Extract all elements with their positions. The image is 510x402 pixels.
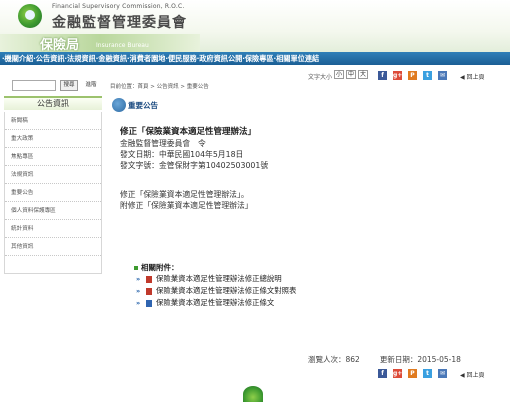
sidebar-menu: 新聞稿 重大政策 焦點專區 法規資訊 重要公告 個人資料保護專區 統計資料 其他… [4, 112, 102, 274]
font-size-medium-button[interactable]: 中 [346, 70, 356, 79]
fsc-logo-icon[interactable] [18, 4, 42, 28]
sidebar-item-policy[interactable]: 重大政策 [5, 130, 101, 148]
attachment-item[interactable]: » 保險業資本適足性管理辦法修正條文對照表 [134, 285, 434, 297]
plurk-share-icon[interactable]: P [408, 71, 417, 80]
breadcrumb[interactable]: 目前位置：首頁 > 公告資訊 > 重要公告 [110, 82, 209, 90]
google-plus-share-icon[interactable]: g+ [393, 71, 402, 80]
announcement-icon [112, 98, 126, 112]
main-nav-links[interactable]: ‧機關介紹‧公告資訊‧法規資訊‧金融資訊‧消費者園地‧便民服務‧政府資訊公開‧保… [2, 54, 319, 63]
doc-body-line-1: 修正「保險業資本適足性管理辦法」。 [120, 190, 249, 199]
attachment-link[interactable]: 保險業資本適足性管理辦法修正條文對照表 [156, 285, 296, 297]
doc-title: 修正「保險業資本適足性管理辦法」 [120, 127, 257, 137]
facebook-share-icon[interactable]: f [378, 71, 387, 80]
back-label: 回上頁 [466, 372, 485, 379]
doc-number: 發文字號：金管保財字第10402503001號 [120, 161, 269, 170]
font-size-small-button[interactable]: 小 [334, 70, 344, 79]
sidebar-item-regulations[interactable]: 法規資訊 [5, 166, 101, 184]
update-date: 更新日期：2015-05-18 [379, 355, 461, 364]
double-chevron-icon: » [136, 275, 141, 283]
main-content: 目前位置：首頁 > 公告資訊 > 重要公告 文字大小 小 中 大 f g+ P … [108, 68, 508, 402]
doc-date: 發文日期：中華民國104年5月18日 [120, 150, 244, 159]
sidebar-item-privacy[interactable]: 個人資料保護專區 [5, 202, 101, 220]
sidebar-item-announcements[interactable]: 重要公告 [5, 184, 101, 202]
bullet-icon [134, 266, 138, 270]
pdf-file-icon [146, 276, 152, 283]
sidebar-item-news[interactable]: 新聞稿 [5, 112, 101, 130]
sidebar-item-focus[interactable]: 焦點專區 [5, 148, 101, 166]
back-label: 回上頁 [466, 74, 485, 81]
attachments-heading: 相關附件： [134, 262, 434, 273]
twitter-share-icon[interactable]: t [423, 369, 432, 378]
double-chevron-icon: » [136, 299, 141, 307]
main-nav: ‧機關介紹‧公告資訊‧法規資訊‧金融資訊‧消費者園地‧便民服務‧政府資訊公開‧保… [0, 52, 510, 65]
footer-logo-icon [243, 386, 263, 402]
search-bar: 搜尋 進階 [4, 80, 102, 92]
search-button[interactable]: 搜尋 [60, 80, 78, 91]
google-plus-share-icon[interactable]: g+ [393, 369, 402, 378]
twitter-share-icon[interactable]: t [423, 71, 432, 80]
attachment-item[interactable]: » 保險業資本適足性管理辦法修正總說明 [134, 273, 434, 285]
attachment-link[interactable]: 保險業資本適足性管理辦法修正條文 [156, 297, 274, 309]
org-name-zh[interactable]: 金融監督管理委員會 [52, 12, 187, 32]
section-title: 重要公告 [128, 101, 158, 110]
page-stats: 瀏覽人次：862 更新日期：2015-05-18 [308, 354, 461, 365]
bureau-name-en: Insurance Bureau [96, 42, 149, 49]
announcement-body: 修正「保險業資本適足性管理辦法」 金融監督管理委員會 令 發文日期：中華民國10… [120, 126, 500, 211]
double-chevron-icon: » [136, 287, 141, 295]
email-share-icon[interactable]: ✉ [438, 369, 447, 378]
font-size-large-button[interactable]: 大 [358, 70, 368, 79]
back-button[interactable]: ◀ 回上頁 [460, 370, 485, 379]
doc-issuer: 金融監督管理委員會 令 [120, 139, 206, 148]
plurk-share-icon[interactable]: P [408, 369, 417, 378]
advanced-search-button[interactable]: 進階 [82, 80, 100, 91]
search-input[interactable] [12, 80, 56, 91]
facebook-share-icon[interactable]: f [378, 369, 387, 378]
attachments-heading-text: 相關附件： [141, 263, 179, 272]
back-button[interactable]: ◀ 回上頁 [460, 72, 485, 81]
view-count: 瀏覽人次：862 [308, 355, 360, 364]
pdf-file-icon [146, 288, 152, 295]
attachments-section: 相關附件： » 保險業資本適足性管理辦法修正總說明 » 保險業資本適足性管理辦法… [134, 262, 434, 309]
bureau-name-zh: 保險局 [40, 38, 80, 52]
font-size-label: 文字大小 [308, 74, 333, 81]
doc-body-line-2: 附修正「保險業資本適足性管理辦法」 [120, 201, 253, 210]
sidebar-item-statistics[interactable]: 統計資料 [5, 220, 101, 238]
sidebar: 搜尋 進階 公告資訊 新聞稿 重大政策 焦點專區 法規資訊 重要公告 個人資料保… [0, 72, 104, 274]
attachment-item[interactable]: » 保險業資本適足性管理辦法修正條文 [134, 297, 434, 309]
site-header: Financial Supervisory Commission, R.O.C.… [0, 0, 510, 52]
attachment-link[interactable]: 保險業資本適足性管理辦法修正總說明 [156, 273, 282, 285]
org-name-en: Financial Supervisory Commission, R.O.C. [52, 3, 185, 10]
email-share-icon[interactable]: ✉ [438, 71, 447, 80]
document-file-icon [146, 300, 152, 307]
sidebar-item-other[interactable]: 其他資訊 [5, 238, 101, 256]
sidebar-title: 公告資訊 [4, 96, 102, 110]
